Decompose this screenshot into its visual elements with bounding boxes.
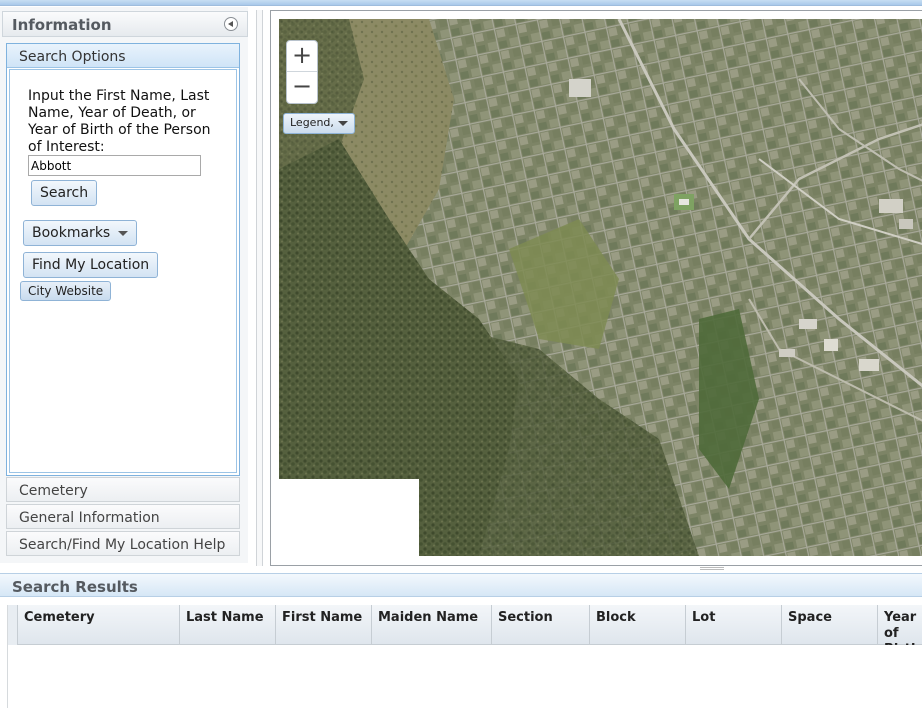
results-grid-header: Cemetery Last Name First Name Maiden Nam… xyxy=(8,605,922,645)
map-container[interactable] xyxy=(270,10,922,566)
caret-down-icon xyxy=(118,230,129,236)
column-header-section[interactable]: Section xyxy=(492,605,590,645)
find-my-location-button[interactable]: Find My Location xyxy=(23,252,159,278)
search-input[interactable] xyxy=(28,155,201,176)
accordion-cemetery[interactable]: Cemetery xyxy=(6,477,240,502)
search-button-label: Search xyxy=(40,185,89,201)
results-title: Search Results xyxy=(12,578,138,596)
top-bar xyxy=(0,0,922,6)
column-header-year-of-birth[interactable]: Year of Birth xyxy=(878,605,922,645)
accordion-search-options: Search Options Input the First Name, Las… xyxy=(6,43,240,476)
aerial-imagery[interactable] xyxy=(279,19,922,556)
horizontal-splitter-handle[interactable] xyxy=(700,567,724,570)
info-panel-header: Information xyxy=(2,11,248,37)
legend-button-label: Legend, xyxy=(290,116,334,129)
accordion-label: General Information xyxy=(19,510,160,526)
vertical-splitter[interactable] xyxy=(256,10,263,566)
find-my-location-label: Find My Location xyxy=(32,257,150,273)
city-website-label: City Website xyxy=(28,284,104,298)
row-selector-header[interactable] xyxy=(8,605,18,645)
city-website-button[interactable]: City Website xyxy=(20,281,112,301)
zoom-out-button[interactable]: − xyxy=(287,72,317,103)
bookmarks-button[interactable]: Bookmarks xyxy=(23,220,138,246)
panel-title: Information xyxy=(12,16,112,34)
column-header-space[interactable]: Space xyxy=(782,605,878,645)
search-instruction: Input the First Name, Last Name, Year of… xyxy=(28,88,211,155)
search-button[interactable]: Search xyxy=(31,180,98,206)
app-root: Information Search Options Input the Fir… xyxy=(0,0,922,708)
zoom-in-button[interactable]: + xyxy=(287,41,317,72)
column-header-last-name[interactable]: Last Name xyxy=(180,605,276,645)
results-grid: Cemetery Last Name First Name Maiden Nam… xyxy=(7,605,922,708)
search-options-title: Search Options xyxy=(19,49,126,65)
column-header-lot[interactable]: Lot xyxy=(686,605,782,645)
collapse-left-icon[interactable] xyxy=(224,17,238,31)
results-header: Search Results xyxy=(0,573,922,597)
legend-button[interactable]: Legend, xyxy=(283,113,355,134)
search-options-header[interactable]: Search Options xyxy=(7,44,239,68)
column-header-first-name[interactable]: First Name xyxy=(276,605,372,645)
zoom-control: + − xyxy=(286,40,318,104)
caret-down-icon xyxy=(337,120,348,126)
accordion-search-help[interactable]: Search/Find My Location Help xyxy=(6,531,240,556)
bookmarks-button-label: Bookmarks xyxy=(32,225,111,241)
aerial-imagery-graphic xyxy=(279,19,922,556)
column-header-maiden-name[interactable]: Maiden Name xyxy=(372,605,492,645)
column-header-block[interactable]: Block xyxy=(590,605,686,645)
info-panel: Information Search Options Input the Fir… xyxy=(0,7,248,563)
accordion-label: Cemetery xyxy=(19,483,88,499)
accordion-label: Search/Find My Location Help xyxy=(19,537,226,553)
search-options-body: Input the First Name, Last Name, Year of… xyxy=(9,69,237,473)
column-header-cemetery[interactable]: Cemetery xyxy=(18,605,180,645)
accordion-general-information[interactable]: General Information xyxy=(6,504,240,529)
